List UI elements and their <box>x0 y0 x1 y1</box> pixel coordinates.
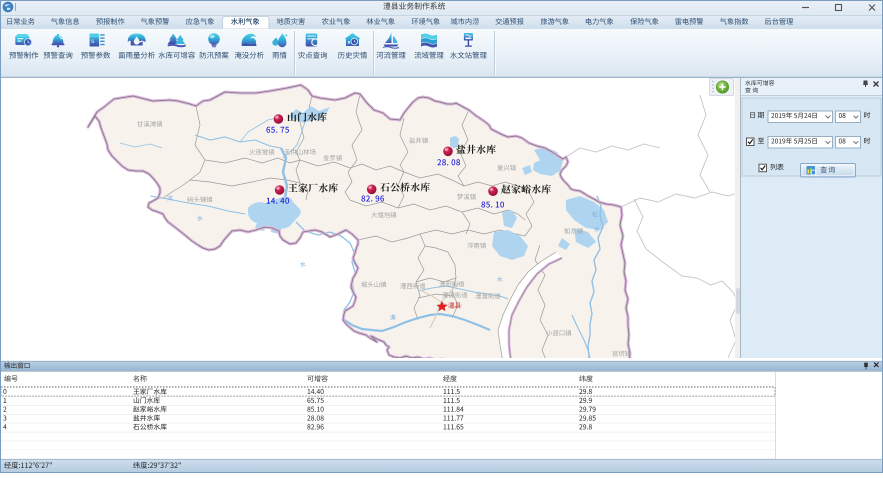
svg-text:s: s <box>91 39 94 45</box>
